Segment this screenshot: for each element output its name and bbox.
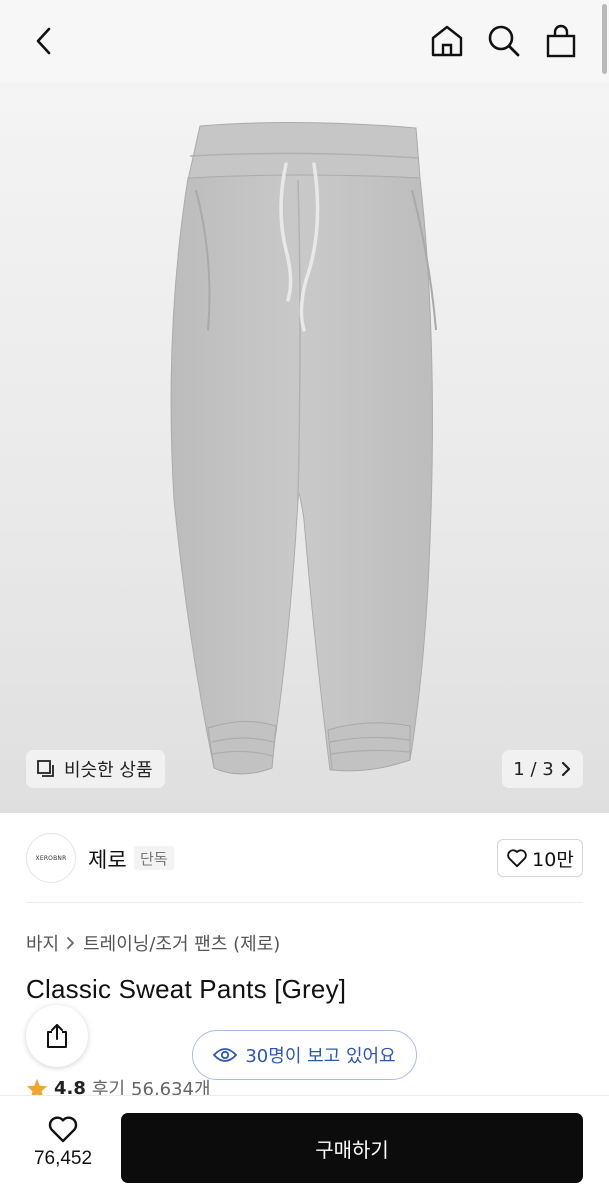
wishlist-count: 76,452 xyxy=(33,1148,93,1169)
brand-like-button[interactable]: 10만 xyxy=(497,839,583,877)
eye-icon xyxy=(213,1048,238,1062)
product-image xyxy=(170,121,437,775)
shopping-bag-icon xyxy=(546,24,576,58)
breadcrumb-item-category[interactable]: 바지 xyxy=(26,930,59,956)
search-icon xyxy=(488,25,520,57)
back-button[interactable] xyxy=(22,16,66,66)
top-nav-bar xyxy=(0,0,609,82)
home-icon xyxy=(431,25,463,57)
breadcrumb-item-subcategory[interactable]: 트레이닝/조거 팬츠 (제로) xyxy=(83,930,280,956)
cart-button[interactable] xyxy=(539,16,583,66)
wishlist-button[interactable]: 76,452 xyxy=(26,1114,100,1184)
scrollbar[interactable] xyxy=(602,4,607,74)
brand-like-count: 10만 xyxy=(532,848,574,871)
chevron-right-icon xyxy=(561,761,570,777)
share-button[interactable] xyxy=(26,1005,88,1067)
live-viewers-label: 30명이 보고 있어요 xyxy=(245,1046,396,1067)
home-button[interactable] xyxy=(425,16,469,66)
heart-icon xyxy=(48,1116,78,1143)
brand-logo[interactable]: XEROBNR xyxy=(26,833,76,883)
section-divider xyxy=(26,902,583,903)
live-viewers-badge: 30명이 보고 있어요 xyxy=(192,1030,417,1080)
chevron-left-icon xyxy=(36,27,51,55)
breadcrumb: 바지 트레이닝/조거 팬츠 (제로) xyxy=(26,930,280,956)
brand-name[interactable]: 제로 xyxy=(88,844,127,874)
product-image-gallery[interactable]: 비슷한 상품 1 / 3 xyxy=(0,82,609,813)
image-pagination-button[interactable]: 1 / 3 xyxy=(502,750,583,788)
exclusive-badge: 단독 xyxy=(134,846,174,870)
chevron-right-icon xyxy=(67,937,75,949)
buy-button[interactable]: 구매하기 xyxy=(121,1113,583,1183)
similar-products-button[interactable]: 비슷한 상품 xyxy=(26,750,165,788)
share-icon xyxy=(47,1024,67,1048)
similar-products-label: 비슷한 상품 xyxy=(64,760,153,781)
similar-items-icon xyxy=(37,760,54,777)
product-title: Classic Sweat Pants [Grey] xyxy=(26,974,347,1004)
brand-logo-text: XEROBNR xyxy=(35,854,67,862)
brand-row: XEROBNR 제로 단독 10만 xyxy=(0,813,609,903)
heart-icon xyxy=(507,849,527,868)
image-pagination-label: 1 / 3 xyxy=(513,758,554,780)
bottom-action-bar: 76,452 구매하기 xyxy=(0,1095,609,1200)
search-button[interactable] xyxy=(482,16,526,66)
